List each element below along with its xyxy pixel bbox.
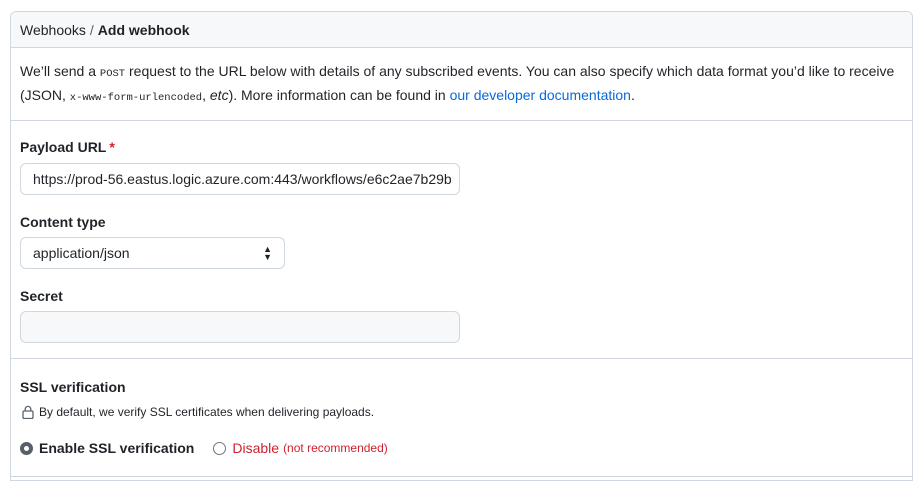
payload-url-label-text: Payload URL: [20, 139, 107, 155]
select-caret-icon: ▲ ▼: [263, 244, 272, 262]
secret-input[interactable]: [20, 311, 460, 343]
content-type-value: application/json: [33, 245, 130, 261]
breadcrumb-separator: /: [89, 21, 94, 38]
disable-ssl-note: (not recommended): [283, 441, 388, 455]
breadcrumb-webhooks-link[interactable]: Webhooks: [20, 22, 86, 38]
developer-documentation-link[interactable]: our developer documentation: [450, 87, 631, 103]
intro-code-post: POST: [99, 68, 126, 80]
ssl-radio-group: Enable SSL verification Disable (not rec…: [20, 440, 407, 456]
intro-text-part: ). More information can be found in: [228, 87, 450, 103]
enable-ssl-label: Enable SSL verification: [39, 440, 195, 456]
required-mark: *: [109, 139, 115, 155]
ssl-note: By default, we verify SSL certificates w…: [22, 405, 374, 419]
enable-ssl-option[interactable]: Enable SSL verification: [20, 440, 194, 456]
webhook-form-section: Payload URL * https://prod-56.eastus.logi…: [11, 121, 912, 359]
intro-text-part: .: [630, 87, 635, 103]
intro-text-part: ,: [202, 87, 210, 103]
disable-ssl-radio[interactable]: [213, 441, 227, 455]
breadcrumb: Webhooks / Add webhook: [11, 12, 912, 48]
content-type-select[interactable]: application/json ▲ ▼: [20, 237, 285, 269]
ssl-verification-section: SSL verification By default, we verify S…: [11, 359, 912, 477]
intro-text-part: We’ll send a: [20, 63, 100, 79]
content-type-label: Content type: [20, 214, 106, 230]
lock-icon: [22, 405, 34, 419]
intro-text: We’ll send a POST request to the URL bel…: [11, 48, 912, 121]
disable-ssl-option[interactable]: Disable (not recommended): [213, 440, 388, 456]
payload-url-input[interactable]: https://prod-56.eastus.logic.azure.com:4…: [20, 163, 460, 195]
ssl-note-text: By default, we verify SSL certificates w…: [39, 405, 375, 419]
ssl-title: SSL verification: [20, 379, 126, 395]
disable-ssl-label: Disable: [232, 440, 280, 456]
breadcrumb-current: Add webhook: [97, 21, 190, 38]
intro-code-form: x-www-form-urlencoded: [69, 92, 203, 104]
secret-label: Secret: [20, 288, 63, 304]
payload-url-label: Payload URL *: [20, 139, 115, 155]
add-webhook-panel: Webhooks / Add webhook We’ll send a POST…: [10, 11, 913, 481]
enable-ssl-radio[interactable]: [20, 441, 33, 455]
intro-etc: etc: [209, 87, 229, 103]
